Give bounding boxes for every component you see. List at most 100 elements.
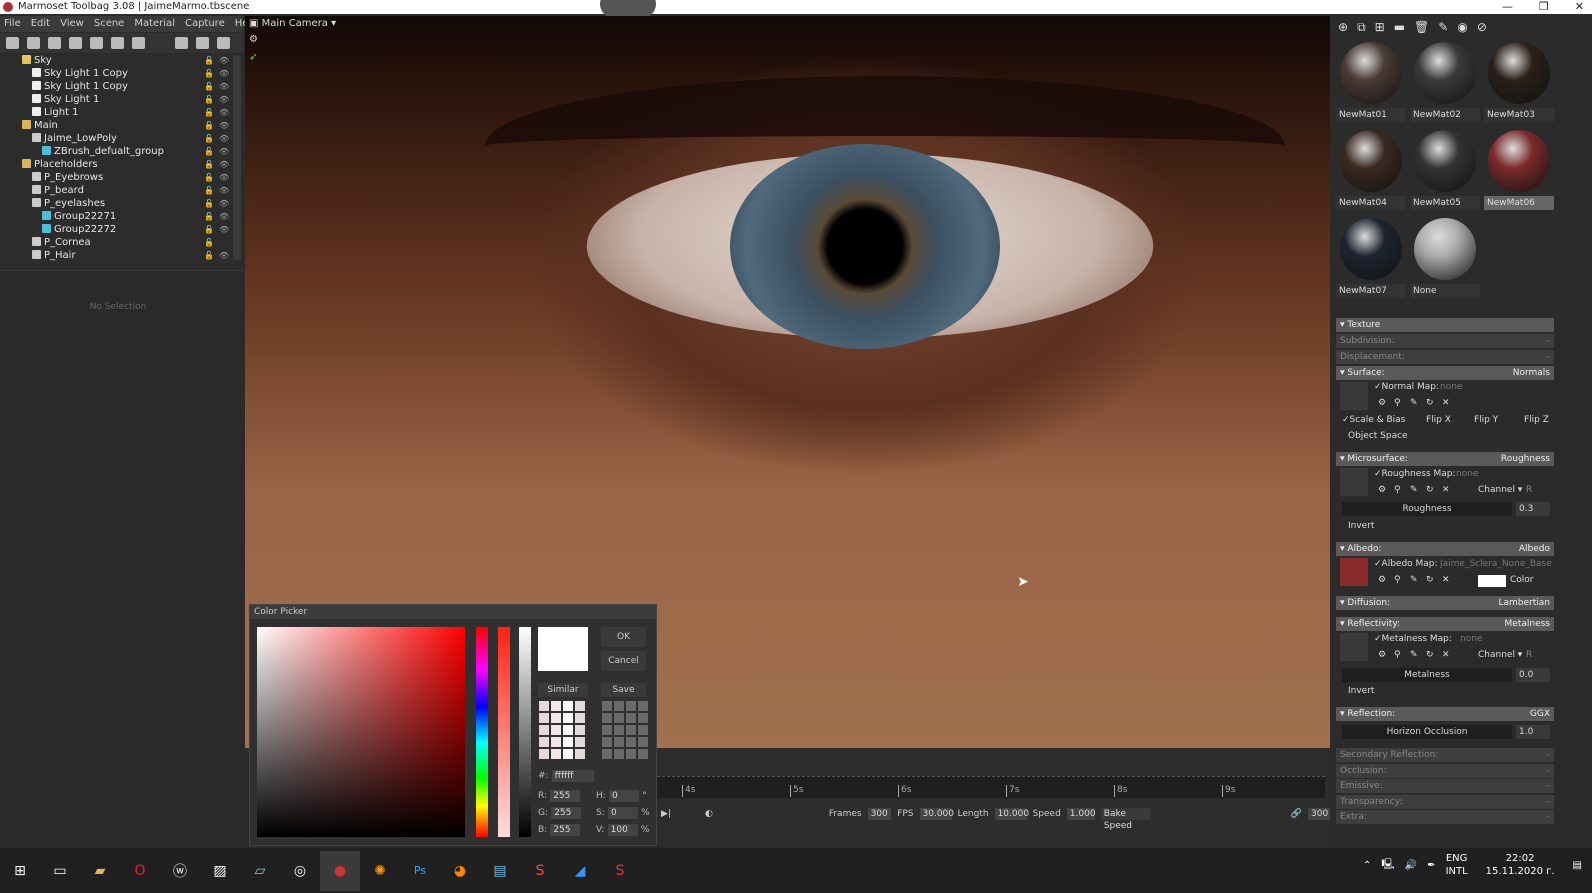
saved-swatch[interactable]	[602, 749, 612, 759]
frames-input[interactable]: 300	[867, 808, 892, 820]
delete-icon[interactable]: 🗑	[1414, 20, 1429, 34]
saved-swatch[interactable]	[614, 725, 624, 735]
clear-icon[interactable]: ✕	[1442, 575, 1450, 585]
saved-swatch[interactable]	[614, 749, 624, 759]
hex-input[interactable]: ffffff	[551, 770, 594, 782]
tree-item[interactable]: Sky 🔓 👁	[0, 54, 236, 67]
h-input[interactable]: 0	[609, 790, 639, 802]
marmoset-icon[interactable]: ●	[320, 850, 360, 891]
settings-gear-icon[interactable]: ⚙	[249, 34, 258, 45]
flip-y-checkbox[interactable]: Flip Y	[1474, 415, 1498, 425]
section-microsurface[interactable]: ▾ Microsurface: Roughness	[1336, 452, 1554, 466]
saved-swatch[interactable]	[602, 737, 612, 747]
substance-designer-icon[interactable]: S	[600, 851, 640, 891]
camera-selector[interactable]: ▣ Main Camera ▾	[249, 18, 336, 29]
search-icon[interactable]: ⚲	[1394, 485, 1401, 495]
lock-icon[interactable]: 🔓	[204, 106, 214, 119]
pen-icon[interactable]: ✒	[1427, 860, 1435, 871]
section-mode[interactable]: -	[1547, 748, 1550, 762]
saved-swatch[interactable]	[638, 749, 648, 759]
copy-material-icon[interactable]: ⧉	[1357, 20, 1366, 35]
tree-item[interactable]: Light 1 🔓 👁	[0, 106, 236, 119]
lock-icon[interactable]: 🔓	[204, 236, 214, 249]
material-thumbnail[interactable]: NewMat02	[1410, 42, 1480, 122]
notes-app-icon[interactable]: ▱	[240, 851, 280, 891]
section-displacement[interactable]: Displacement: -	[1336, 350, 1554, 364]
similar-swatch[interactable]	[539, 713, 549, 723]
section-mode[interactable]: -	[1547, 795, 1550, 809]
section-mode[interactable]: GGX	[1530, 707, 1550, 721]
end-frame-input[interactable]: 300	[1308, 808, 1330, 820]
tree-item[interactable]: P_beard 🔓 👁	[0, 184, 236, 197]
tree-item[interactable]: Sky Light 1 🔓 👁	[0, 93, 236, 106]
section-mode[interactable]: Lambertian	[1499, 596, 1551, 610]
minimize-button[interactable]: —	[1502, 0, 1513, 14]
menu-scene[interactable]: Scene	[94, 16, 125, 32]
section-mode[interactable]: Normals	[1513, 366, 1550, 380]
hue-slider[interactable]	[476, 627, 488, 837]
unlink-icon[interactable]: ⊘	[1477, 20, 1487, 34]
similar-tab[interactable]: Similar	[538, 683, 588, 697]
metalness-invert-checkbox[interactable]: Invert	[1348, 686, 1374, 696]
search-icon[interactable]: ⚲	[1394, 650, 1401, 660]
saved-swatch[interactable]	[638, 725, 648, 735]
gear-icon[interactable]: ⚙	[1378, 575, 1386, 585]
save-tab[interactable]: Save	[601, 683, 646, 697]
section-texture[interactable]: ▾ Texture	[1336, 318, 1554, 332]
section-reflection[interactable]: ▾ Reflection: GGX	[1336, 707, 1554, 721]
s-input[interactable]: 0	[607, 807, 638, 819]
visibility-eye-icon[interactable]: 👁	[219, 249, 229, 262]
saved-swatch[interactable]	[638, 713, 648, 723]
metalness-map-slot[interactable]	[1340, 633, 1368, 661]
tree-item[interactable]: Jaime_LowPoly 🔓 👁	[0, 132, 236, 145]
similar-swatch[interactable]	[539, 749, 549, 759]
section-surface[interactable]: ▾ Surface: Normals	[1336, 366, 1554, 380]
cancel-button[interactable]: Cancel	[601, 651, 646, 671]
refresh-icon[interactable]: ↻	[1426, 650, 1434, 660]
camera-app-icon[interactable]: ◎	[280, 851, 320, 891]
tree-item[interactable]: Group22271 🔓 👁	[0, 210, 236, 223]
section-subdivision[interactable]: Subdivision: -	[1336, 334, 1554, 348]
add-material-icon[interactable]: ⊕	[1338, 20, 1348, 34]
camera-icon[interactable]	[48, 37, 61, 49]
object-space-checkbox[interactable]: Object Space	[1348, 431, 1408, 441]
lock-icon[interactable]: 🔓	[204, 54, 214, 67]
pencil-icon[interactable]: ✎	[1410, 485, 1418, 495]
saved-swatch[interactable]	[638, 701, 648, 711]
v-input[interactable]: 100	[607, 824, 638, 836]
blender-icon[interactable]: ◕	[440, 851, 480, 891]
visibility-eye-icon[interactable]: 👁	[219, 171, 229, 184]
normal-map-slot[interactable]	[1340, 382, 1368, 410]
roughness-map-checkbox[interactable]: ✓Roughness Map:	[1374, 469, 1456, 479]
metalness-input[interactable]: 0.0	[1516, 668, 1550, 682]
tray-expand-icon[interactable]: ⌃	[1363, 860, 1371, 871]
metalness-map-checkbox[interactable]: ✓Metalness Map:	[1374, 634, 1452, 644]
roughness-map-slot[interactable]	[1340, 468, 1368, 496]
section-reflectivity[interactable]: ▾ Reflectivity: Metalness	[1336, 617, 1554, 631]
lock-icon[interactable]: 🔓	[204, 184, 214, 197]
lock-icon[interactable]: 🔓	[204, 171, 214, 184]
pencil-icon[interactable]: ✎	[1410, 650, 1418, 660]
light-icon[interactable]	[27, 37, 40, 49]
tree-item[interactable]: ZBrush_defualt_group 🔓 👁	[0, 145, 236, 158]
visibility-eye-icon[interactable]: 👁	[219, 132, 229, 145]
duplicate-icon[interactable]	[196, 37, 209, 49]
material-thumbnail[interactable]: NewMat04	[1336, 130, 1406, 210]
lock-icon[interactable]: 🔓	[204, 132, 214, 145]
flip-z-checkbox[interactable]: Flip Z	[1524, 415, 1549, 425]
normal-map-checkbox[interactable]: ✓Normal Map:	[1374, 382, 1439, 392]
menu-edit[interactable]: Edit	[31, 16, 50, 32]
saved-swatch[interactable]	[614, 737, 624, 747]
lock-icon[interactable]: 🔓	[204, 210, 214, 223]
window-app-icon[interactable]: ▤	[480, 851, 520, 891]
clock[interactable]: 22:02 15.11.2020 г.	[1486, 852, 1555, 878]
saved-swatch[interactable]	[602, 701, 612, 711]
start-button[interactable]: ⊞	[0, 851, 40, 891]
edit-icon[interactable]: ◉	[1457, 20, 1467, 34]
folder-icon[interactable]: ▬	[1394, 20, 1405, 34]
shadow-catcher-icon[interactable]	[69, 37, 82, 49]
saturation-slider[interactable]	[498, 627, 510, 837]
similar-swatch[interactable]	[551, 749, 561, 759]
notifications-icon[interactable]: ▤	[1573, 860, 1582, 871]
orange-app-icon[interactable]: ✺	[360, 851, 400, 891]
